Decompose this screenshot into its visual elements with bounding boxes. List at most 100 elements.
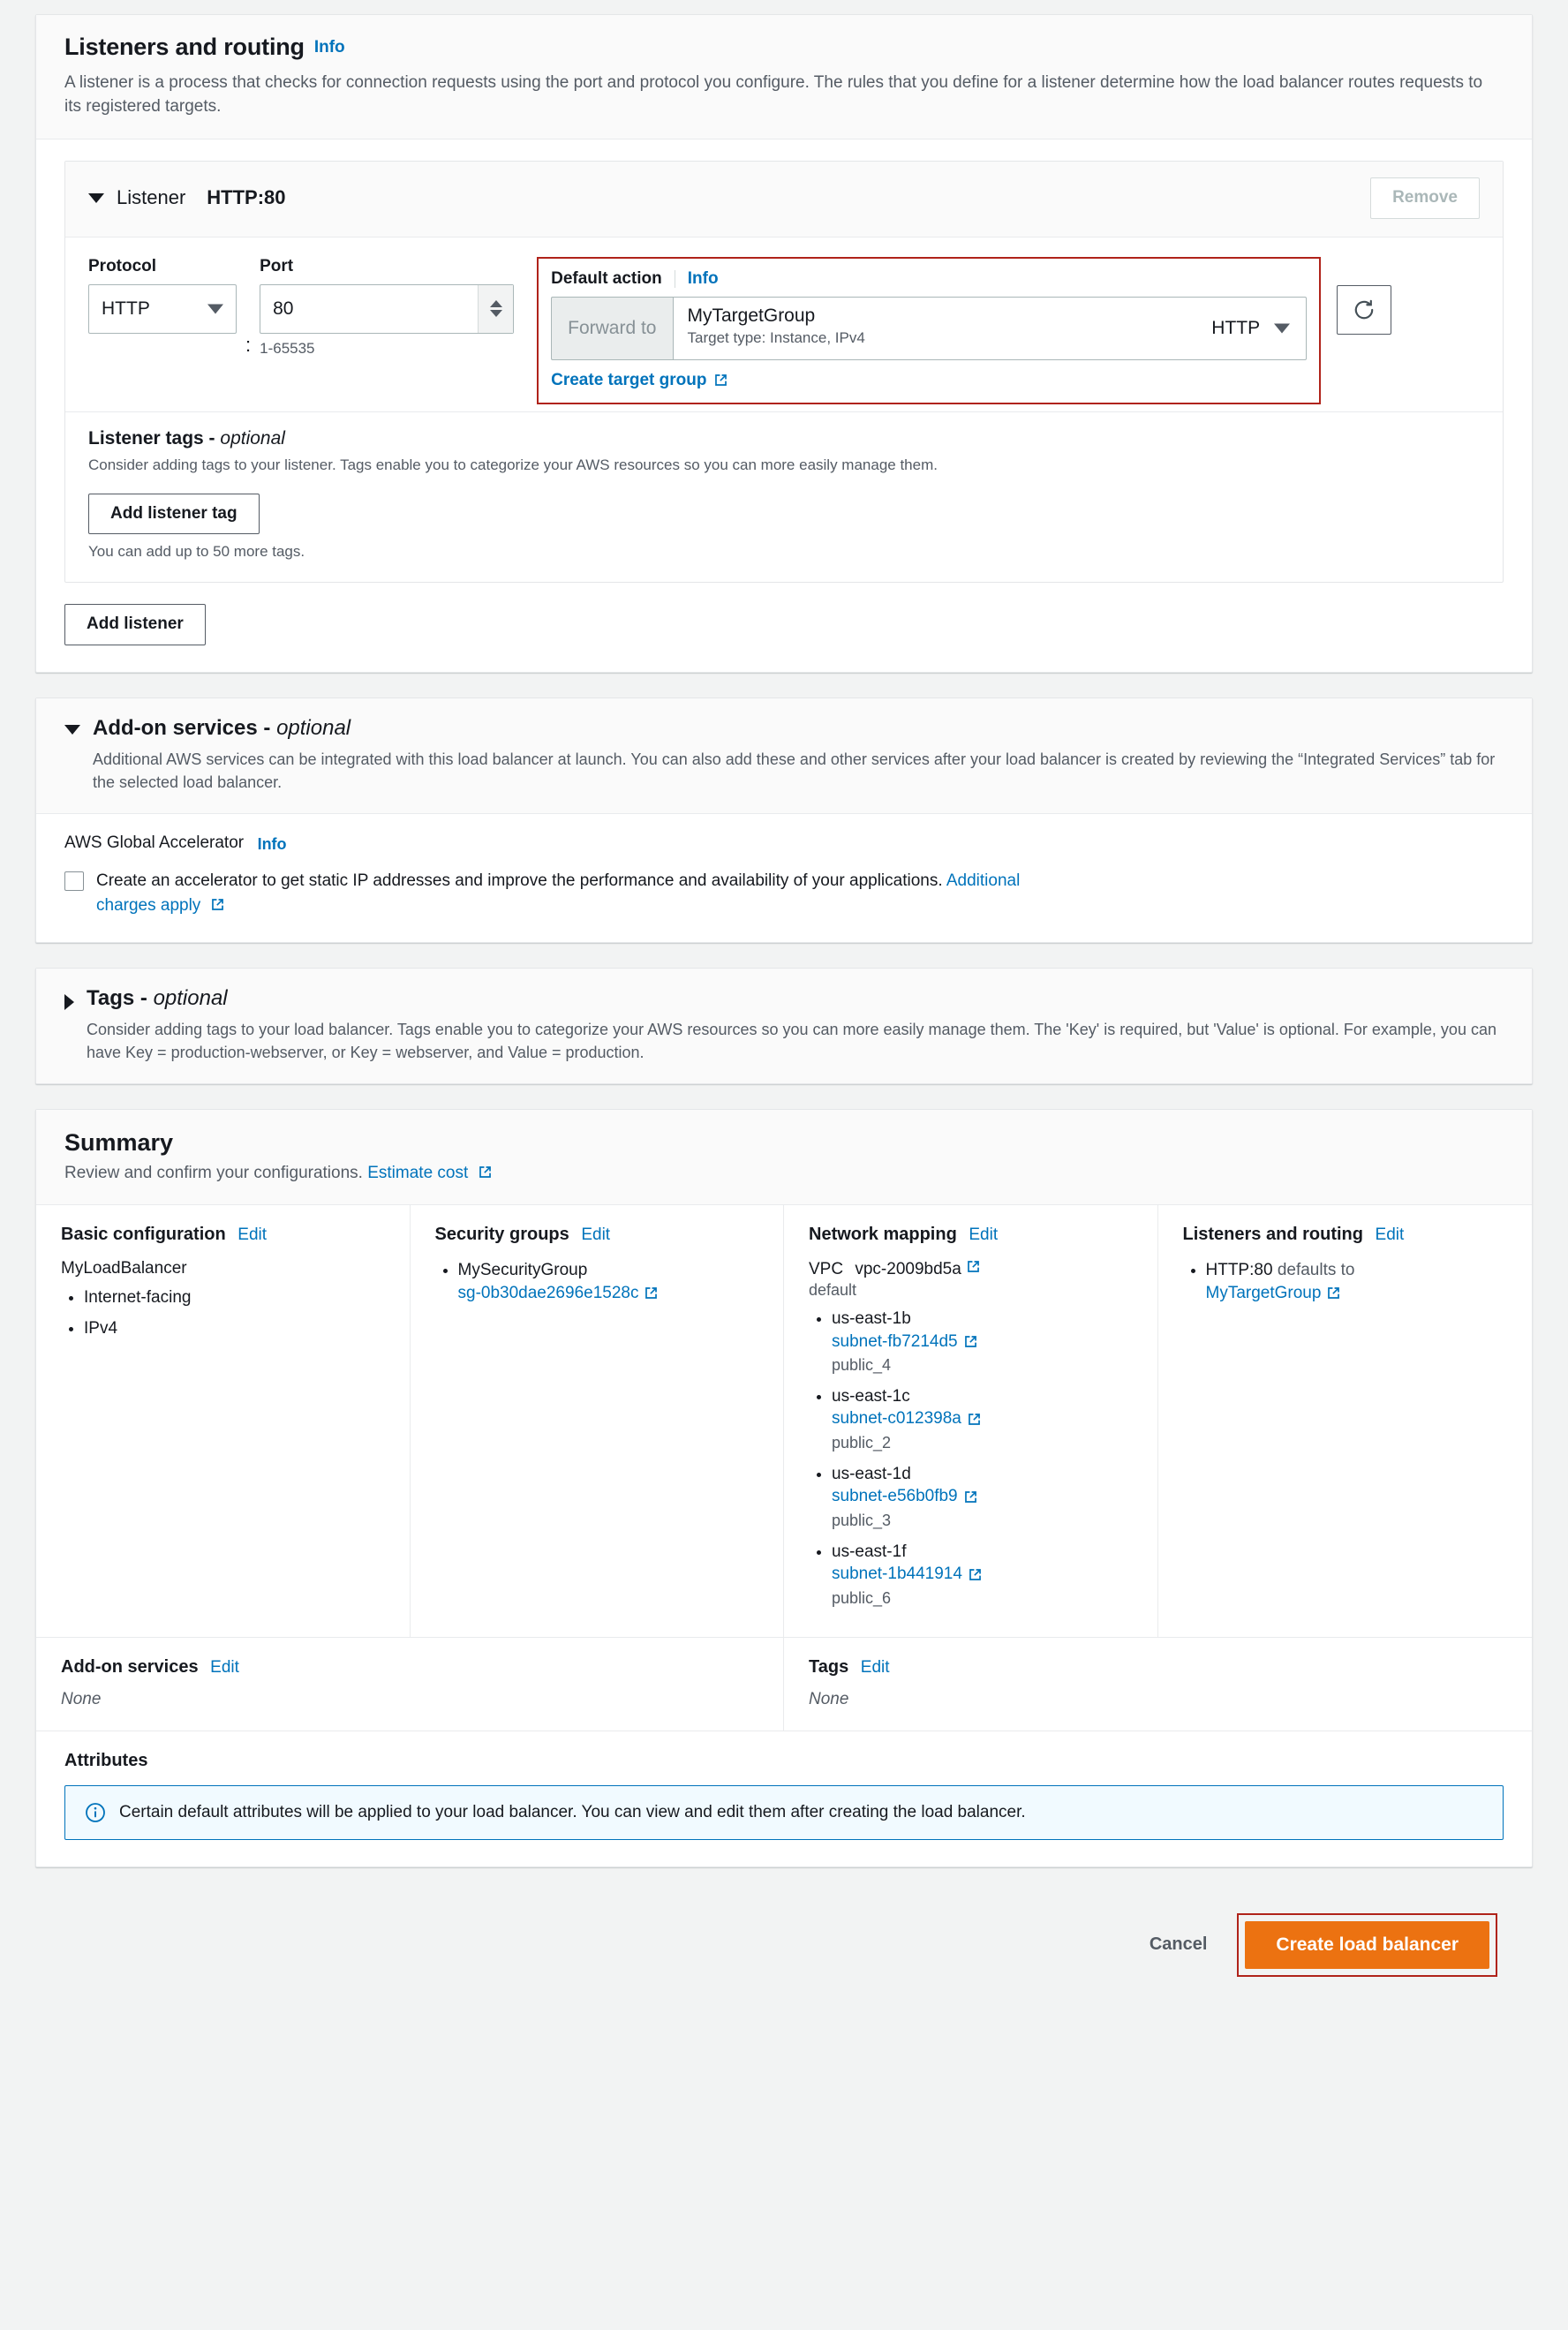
port-hint: 1-65535 <box>260 339 315 357</box>
summary-tags-title-text: Tags <box>809 1656 849 1677</box>
summary-tags: Tags Edit None <box>784 1638 1532 1731</box>
add-listener-tag-button[interactable]: Add listener tag <box>88 493 260 535</box>
edit-tags-link[interactable]: Edit <box>861 1658 890 1677</box>
addon-services-body: AWS Global Accelerator Info Create an ac… <box>36 814 1532 941</box>
listener-fields-row: Protocol HTTP : Port 80 1-65535 Default … <box>65 238 1503 412</box>
chevron-down-icon[interactable] <box>64 725 80 735</box>
summary-tags-title: Tags Edit <box>809 1657 1507 1678</box>
create-load-balancer-highlight: Create load balancer <box>1237 1912 1497 1977</box>
summary-target-group-link[interactable]: MyTargetGroup <box>1206 1282 1342 1305</box>
subnet-id: subnet-1b441914 <box>832 1565 962 1584</box>
accelerator-checkbox-label: Create an accelerator to get static IP a… <box>96 869 1023 919</box>
listener-tags-title-text: Listener tags <box>88 427 204 449</box>
summary-listeners-list: HTTP:80 defaults to MyTargetGroup <box>1206 1259 1508 1304</box>
vpc-label: VPC <box>809 1259 844 1278</box>
create-load-balancer-button[interactable]: Create load balancer <box>1245 1920 1489 1969</box>
security-group-id-link[interactable]: sg-0b30dae2696e1528c <box>458 1282 660 1305</box>
external-link-icon <box>968 1567 983 1582</box>
refresh-target-groups-button[interactable] <box>1337 284 1392 335</box>
summary-addon-title-text: Add-on services <box>61 1656 199 1677</box>
edit-security-groups-link[interactable]: Edit <box>581 1225 610 1244</box>
edit-network-mapping-link[interactable]: Edit <box>969 1225 998 1244</box>
summary-listeners-title-text: Listeners and routing <box>1182 1224 1363 1244</box>
edit-addon-services-link[interactable]: Edit <box>210 1658 239 1677</box>
external-link-icon <box>478 1165 493 1180</box>
forward-to-row: Forward to MyTargetGroup Target type: In… <box>551 296 1308 360</box>
chevron-right-icon[interactable] <box>64 993 74 1010</box>
list-item: us-east-1d subnet-e56b0fb9 public_3 <box>832 1463 1133 1533</box>
tags-description: Consider adding tags to your load balanc… <box>87 1020 1496 1061</box>
subnet-link[interactable]: subnet-c012398a <box>832 1407 982 1430</box>
list-item: IPv4 <box>84 1317 385 1340</box>
chevron-down-icon <box>1274 323 1291 334</box>
global-accelerator-info-link[interactable]: Info <box>258 835 287 853</box>
listener-label: Listener <box>117 186 186 209</box>
security-groups-title: Security groups Edit <box>435 1225 759 1245</box>
estimate-cost-link[interactable]: Estimate cost <box>367 1164 492 1182</box>
edit-basic-configuration-link[interactable]: Edit <box>237 1225 267 1244</box>
load-balancer-name: MyLoadBalancer <box>61 1258 187 1278</box>
listener-tags-title: Listener tags - optional <box>88 427 285 449</box>
subnet-name: public_3 <box>832 1512 892 1529</box>
availability-zone: us-east-1c <box>832 1386 910 1406</box>
external-link-icon <box>967 1412 982 1427</box>
basic-configuration-title: Basic configuration Edit <box>61 1225 385 1245</box>
network-mapping-title: Network mapping Edit <box>809 1225 1133 1245</box>
add-listener-button[interactable]: Add listener <box>64 604 206 646</box>
edit-listeners-link[interactable]: Edit <box>1376 1225 1405 1244</box>
attributes-title: Attributes <box>64 1750 148 1770</box>
summary-bottom-row: Add-on services Edit None Tags Edit None <box>36 1637 1532 1731</box>
vpc-name: default <box>809 1280 857 1299</box>
port-input[interactable] <box>260 283 515 334</box>
summary-columns: Basic configuration Edit MyLoadBalancer … <box>36 1204 1532 1638</box>
vpc-id-link[interactable]: vpc-2009bd5a <box>855 1260 981 1278</box>
addon-services-card: Add-on services - optional Additional AW… <box>35 697 1533 943</box>
addon-services-header: Add-on services - optional Additional AW… <box>36 698 1532 815</box>
summary-addon-services: Add-on services Edit None <box>36 1637 784 1731</box>
cancel-button[interactable]: Cancel <box>1132 1924 1225 1965</box>
vpc-id: vpc-2009bd5a <box>855 1259 961 1278</box>
summary-subtitle-text: Review and confirm your configurations. <box>64 1163 363 1182</box>
addon-services-optional: optional <box>276 716 351 741</box>
external-link-icon <box>713 373 728 388</box>
summary-attributes: Attributes Certain default attributes wi… <box>36 1731 1532 1866</box>
info-link[interactable]: Info <box>314 38 345 57</box>
page-footer: Cancel Create load balancer <box>35 1892 1533 1986</box>
remove-listener-button[interactable]: Remove <box>1370 177 1480 219</box>
create-target-group-link[interactable]: Create target group <box>551 371 728 390</box>
subnet-link[interactable]: subnet-1b441914 <box>832 1563 983 1586</box>
basic-configuration-title-text: Basic configuration <box>61 1224 226 1244</box>
create-load-balancer-page: Listeners and routing Info A listener is … <box>0 0 1568 1986</box>
list-item: Internet-facing <box>84 1286 385 1309</box>
list-item: us-east-1b subnet-fb7214d5 public_4 <box>832 1308 1133 1377</box>
availability-zone: us-east-1b <box>832 1308 911 1328</box>
summary-title: Summary <box>64 1128 174 1156</box>
external-link-icon <box>966 1259 981 1274</box>
listener-value: HTTP:80 <box>207 186 286 209</box>
summary-basic-configuration: Basic configuration Edit MyLoadBalancer … <box>36 1204 411 1637</box>
default-action-info-link[interactable]: Info <box>688 269 719 289</box>
security-group-name: MySecurityGroup <box>457 1260 588 1279</box>
target-group-select[interactable]: MyTargetGroup Target type: Instance, IPv… <box>672 296 1308 360</box>
summary-defaults-to-text: defaults to <box>1277 1260 1355 1279</box>
chevron-up-icon <box>489 300 502 308</box>
accelerator-checkbox-row[interactable]: Create an accelerator to get static IP a… <box>64 869 1504 919</box>
protocol-select[interactable]: HTTP <box>88 283 237 334</box>
addon-services-description: Additional AWS services can be integrate… <box>93 750 1496 792</box>
summary-listeners-title: Listeners and routing Edit <box>1183 1225 1508 1245</box>
listener-tags-description: Consider adding tags to your listener. T… <box>88 456 938 473</box>
subnet-link[interactable]: subnet-fb7214d5 <box>832 1331 978 1354</box>
port-stepper[interactable] <box>478 284 514 333</box>
subnet-link[interactable]: subnet-e56b0fb9 <box>832 1485 978 1508</box>
add-listener-wrapper: Add listener <box>64 583 1504 646</box>
accelerator-checkbox[interactable] <box>64 871 84 891</box>
target-group-name: MyTargetGroup <box>687 305 816 326</box>
subnet-id: subnet-c012398a <box>832 1409 961 1429</box>
external-link-icon <box>644 1286 659 1301</box>
target-group-type: Target type: Instance, IPv4 <box>687 328 865 346</box>
listener-header: Listener HTTP:80 Remove <box>65 161 1503 238</box>
availability-zone: us-east-1f <box>832 1542 907 1561</box>
subnet-name: public_6 <box>832 1588 892 1607</box>
chevron-down-icon[interactable] <box>88 192 104 203</box>
listener-tags-note: You can add up to 50 more tags. <box>88 543 305 561</box>
